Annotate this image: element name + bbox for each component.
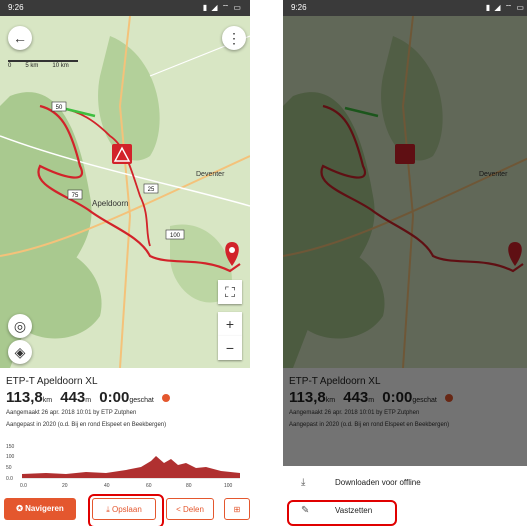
place-deventer: Deventer: [196, 171, 225, 178]
x-tick: 20: [62, 483, 68, 489]
y-tick: 150: [6, 444, 15, 450]
marker-100: 100: [170, 233, 181, 239]
download-offline-item[interactable]: ⤓ Downloaden voor offline: [283, 470, 527, 496]
zoom-out-button[interactable]: −: [218, 336, 242, 360]
status-icons: ▮ ◢ ⌔ ▭: [485, 3, 525, 12]
back-arrow-icon[interactable]: ←: [8, 26, 32, 50]
download-icon: ⤓: [301, 477, 306, 488]
locate-icon[interactable]: ◎: [8, 314, 32, 338]
save-highlight: [88, 494, 164, 526]
layers-icon[interactable]: ◈: [8, 340, 32, 364]
x-tick: 40: [104, 483, 110, 489]
navigate-button[interactable]: ✪ Navigeren: [4, 498, 76, 520]
marker-50: 50: [56, 105, 63, 111]
fullscreen-icon[interactable]: ⛶: [218, 280, 242, 304]
marker-25: 25: [148, 187, 155, 193]
elevation-chart[interactable]: 150 100 50 0.0 0.0 20 40 60 80 100: [6, 443, 244, 489]
y-tick: 0.0: [6, 476, 13, 482]
status-time: 9:26: [8, 3, 24, 12]
route-map[interactable]: 50 75 25 100 Apeldoorn Deventer ← ⋮ 0 5 …: [0, 16, 250, 368]
route-options-icon: ⊞: [233, 505, 241, 514]
place-apeldoorn: Apeldoorn: [92, 199, 128, 208]
status-bar: 9:26 ▮ ◢ ⌔ ▭: [0, 0, 250, 16]
status-icons: ▮ ◢ ⌔ ▭: [202, 3, 242, 12]
dim-overlay[interactable]: [283, 16, 527, 466]
map-scale: 05 km 10 km: [8, 60, 83, 69]
right-screen: 9:26 ▮ ◢ ⌔ ▭ Deventer ETP-T Apeldoorn XL…: [283, 0, 527, 526]
time-info-icon[interactable]: [162, 394, 171, 403]
left-screen: 9:26 ▮ ◢ ⌔ ▭ 50 75 25 100 Apeldoorn Deve…: [0, 0, 250, 526]
route-options-button[interactable]: ⊞: [224, 498, 250, 520]
x-tick: 0.0: [20, 483, 27, 489]
modified-info: Aangepast in 2020 (o.d. Bij en rond Elsp…: [6, 422, 167, 428]
route-title: ETP-T Apeldoorn XL: [6, 376, 98, 387]
zoom-in-button[interactable]: +: [218, 312, 242, 336]
more-vertical-icon[interactable]: ⋮: [222, 26, 246, 50]
x-tick: 80: [186, 483, 192, 489]
pin-highlight: [287, 500, 397, 526]
status-time: 9:26: [291, 3, 307, 12]
y-tick: 100: [6, 454, 15, 460]
y-tick: 50: [6, 465, 12, 471]
route-stats: 113,8km 443m 0:00geschat: [6, 389, 244, 406]
x-tick: 100: [224, 483, 233, 489]
share-icon: <: [176, 505, 181, 514]
marker-75: 75: [72, 193, 79, 199]
download-offline-label: Downloaden voor offline: [335, 478, 421, 487]
compass-icon: ✪: [16, 504, 23, 513]
warning-icon[interactable]: [112, 144, 132, 164]
created-info: Aangemaakt 26 apr. 2018 10:01 by ETP Zut…: [6, 410, 137, 416]
x-tick: 60: [146, 483, 152, 489]
status-bar: 9:26 ▮ ◢ ⌔ ▭: [283, 0, 527, 16]
share-button[interactable]: < Delen: [166, 498, 214, 520]
